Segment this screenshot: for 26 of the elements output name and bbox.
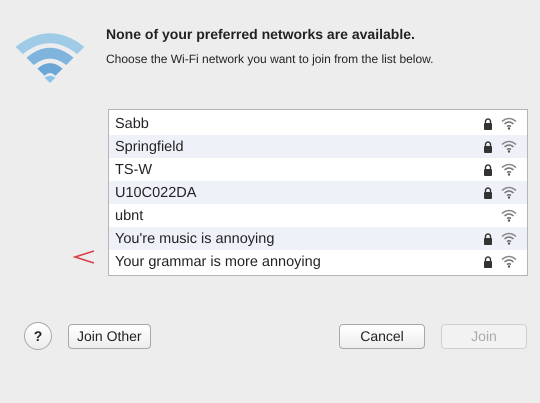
wifi-signal-icon — [501, 255, 517, 268]
dialog-title: None of your preferred networks are available. — [106, 26, 416, 42]
network-name: ubnt — [115, 208, 144, 224]
network-name: Your grammar is more annoying — [115, 254, 322, 270]
wifi-signal-icon — [501, 209, 517, 222]
network-name: Springfield — [115, 138, 185, 154]
network-row[interactable]: Springfield — [109, 135, 527, 158]
network-name: You're music is annoying — [115, 230, 276, 246]
help-button[interactable]: ? — [24, 322, 52, 350]
wifi-signal-icon — [501, 140, 517, 153]
network-row[interactable]: Your grammar is more annoying — [109, 250, 527, 273]
network-row[interactable]: TS-W — [109, 158, 527, 181]
network-name: TS-W — [115, 162, 154, 178]
join-other-button[interactable]: Join Other — [68, 324, 151, 348]
wifi-signal-icon — [501, 117, 517, 130]
dialog-button[interactable]: Cancel — [339, 324, 425, 348]
network-row[interactable]: U10C022DA — [109, 181, 527, 204]
dialog-message: Choose the Wi-Fi network you want to join from the list below. — [106, 52, 434, 66]
network-name: U10C022DA — [115, 184, 198, 200]
wifi-signal-icon — [501, 232, 517, 245]
network-name: Sabb — [115, 116, 150, 132]
wifi-signal-icon — [501, 186, 517, 199]
network-row[interactable]: Sabb — [109, 112, 527, 135]
network-row[interactable]: ubnt — [109, 204, 527, 227]
network-row[interactable]: You're music is annoying — [109, 227, 527, 250]
wifi-signal-icon — [501, 163, 517, 176]
